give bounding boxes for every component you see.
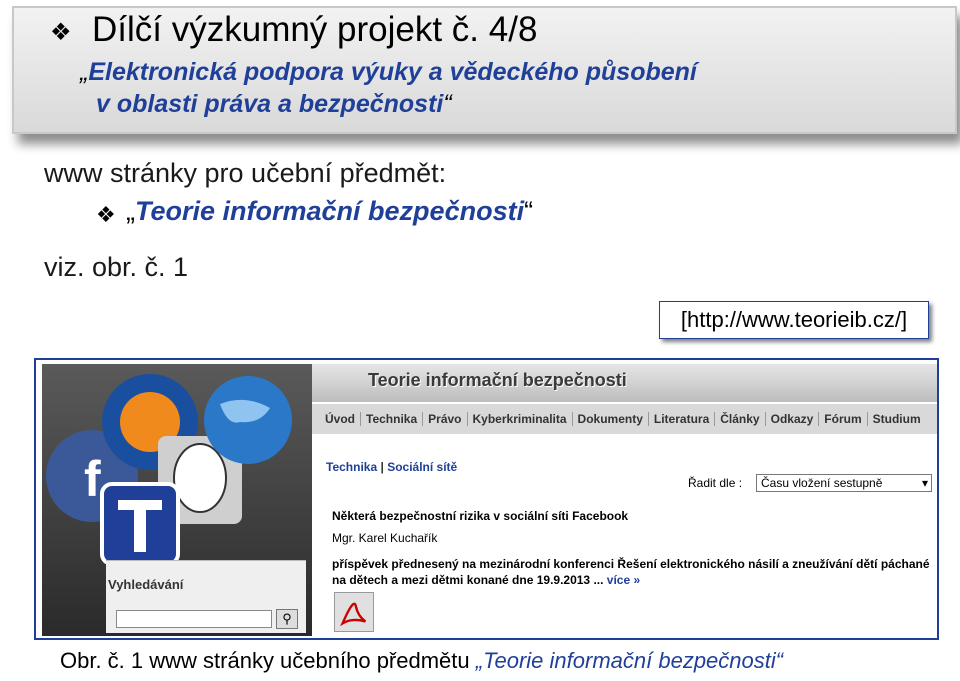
intro-text: www stránky pro učební předmět: xyxy=(44,158,447,188)
nav-item-technika[interactable]: Technika xyxy=(361,412,424,426)
nav-item-studium[interactable]: Studium xyxy=(868,412,926,426)
open-quote: „ xyxy=(475,648,484,673)
read-more-link[interactable]: více » xyxy=(607,573,640,587)
course-name: „Teorie informační bezpečnosti“ xyxy=(126,196,533,227)
nav-item-uvod[interactable]: Úvod xyxy=(320,412,361,426)
sort-select[interactable]: Času vložení sestupně ▾ xyxy=(756,474,932,492)
breadcrumb-technika[interactable]: Technika xyxy=(326,460,377,474)
breadcrumb: Technika | Sociální sítě xyxy=(326,460,457,474)
subtitle-line2: v oblasti práva a bezpečnosti xyxy=(96,90,444,118)
page-subtitle: „Elektronická podpora výuky a vědeckého … xyxy=(80,56,697,120)
content-area: Technika | Sociální sítě Řadit dle : Čas… xyxy=(318,440,937,638)
sort-label: Řadit dle : xyxy=(688,476,743,490)
chevron-down-icon: ▾ xyxy=(921,476,928,490)
svg-text:f: f xyxy=(84,451,101,507)
nav-item-dokumenty[interactable]: Dokumenty xyxy=(573,412,649,426)
close-quote: “ xyxy=(524,196,534,226)
pdf-icon[interactable] xyxy=(334,592,374,632)
nav-item-literatura[interactable]: Literatura xyxy=(649,412,716,426)
course-name-text: Teorie informační bezpečnosti xyxy=(135,196,525,226)
caption-prefix: Obr. č. 1 www stránky učebního předmětu xyxy=(60,648,476,673)
magnifier-icon: ⚲ xyxy=(282,611,292,626)
breadcrumb-separator: | xyxy=(380,460,384,474)
logo-collage: f xyxy=(46,374,292,564)
search-button[interactable]: ⚲ xyxy=(276,609,298,629)
open-quote: „ xyxy=(126,196,135,226)
search-label: Vyhledávání xyxy=(108,577,184,592)
article-author: Mgr. Karel Kuchařík xyxy=(332,531,438,545)
diamond-bullet-icon: ❖ xyxy=(96,202,116,227)
search-input[interactable] xyxy=(116,610,272,628)
site-title: Teorie informační bezpečnosti xyxy=(368,370,627,390)
figure-reference: viz. obr. č. 1 xyxy=(44,252,189,282)
url-label[interactable]: [http://www.teorieib.cz/] xyxy=(659,301,929,339)
nav-item-kyberkriminalita[interactable]: Kyberkriminalita xyxy=(468,412,573,426)
website-screenshot: f Vyhledávání ⚲ Teorie informační bezpeč… xyxy=(34,358,939,640)
site-nav: Úvod Technika Právo Kyberkriminalita Dok… xyxy=(312,404,937,434)
caption-course-name: Teorie informační bezpečnosti xyxy=(483,648,776,673)
nav-item-forum[interactable]: Fórum xyxy=(819,412,868,426)
close-quote: “ xyxy=(443,90,452,118)
close-quote: “ xyxy=(775,648,784,673)
nav-item-pravo[interactable]: Právo xyxy=(423,412,468,426)
page-title: Dílčí výzkumný projekt č. 4/8 xyxy=(92,10,538,49)
diamond-bullet-icon: ❖ xyxy=(50,19,72,46)
breadcrumb-social[interactable]: Sociální sítě xyxy=(387,460,457,474)
article-text: příspěvek přednesený na mezinárodní konf… xyxy=(332,556,932,588)
figure-caption: Obr. č. 1 www stránky učebního předmětu … xyxy=(60,648,783,674)
sort-select-value: Času vložení sestupně xyxy=(761,476,883,490)
subtitle-line1: Elektronická podpora výuky a vědeckého p… xyxy=(88,58,697,86)
nav-item-odkazy[interactable]: Odkazy xyxy=(766,412,820,426)
nav-item-clanky[interactable]: Články xyxy=(715,412,766,426)
article-title[interactable]: Některá bezpečnostní rizika v sociální s… xyxy=(332,509,628,523)
